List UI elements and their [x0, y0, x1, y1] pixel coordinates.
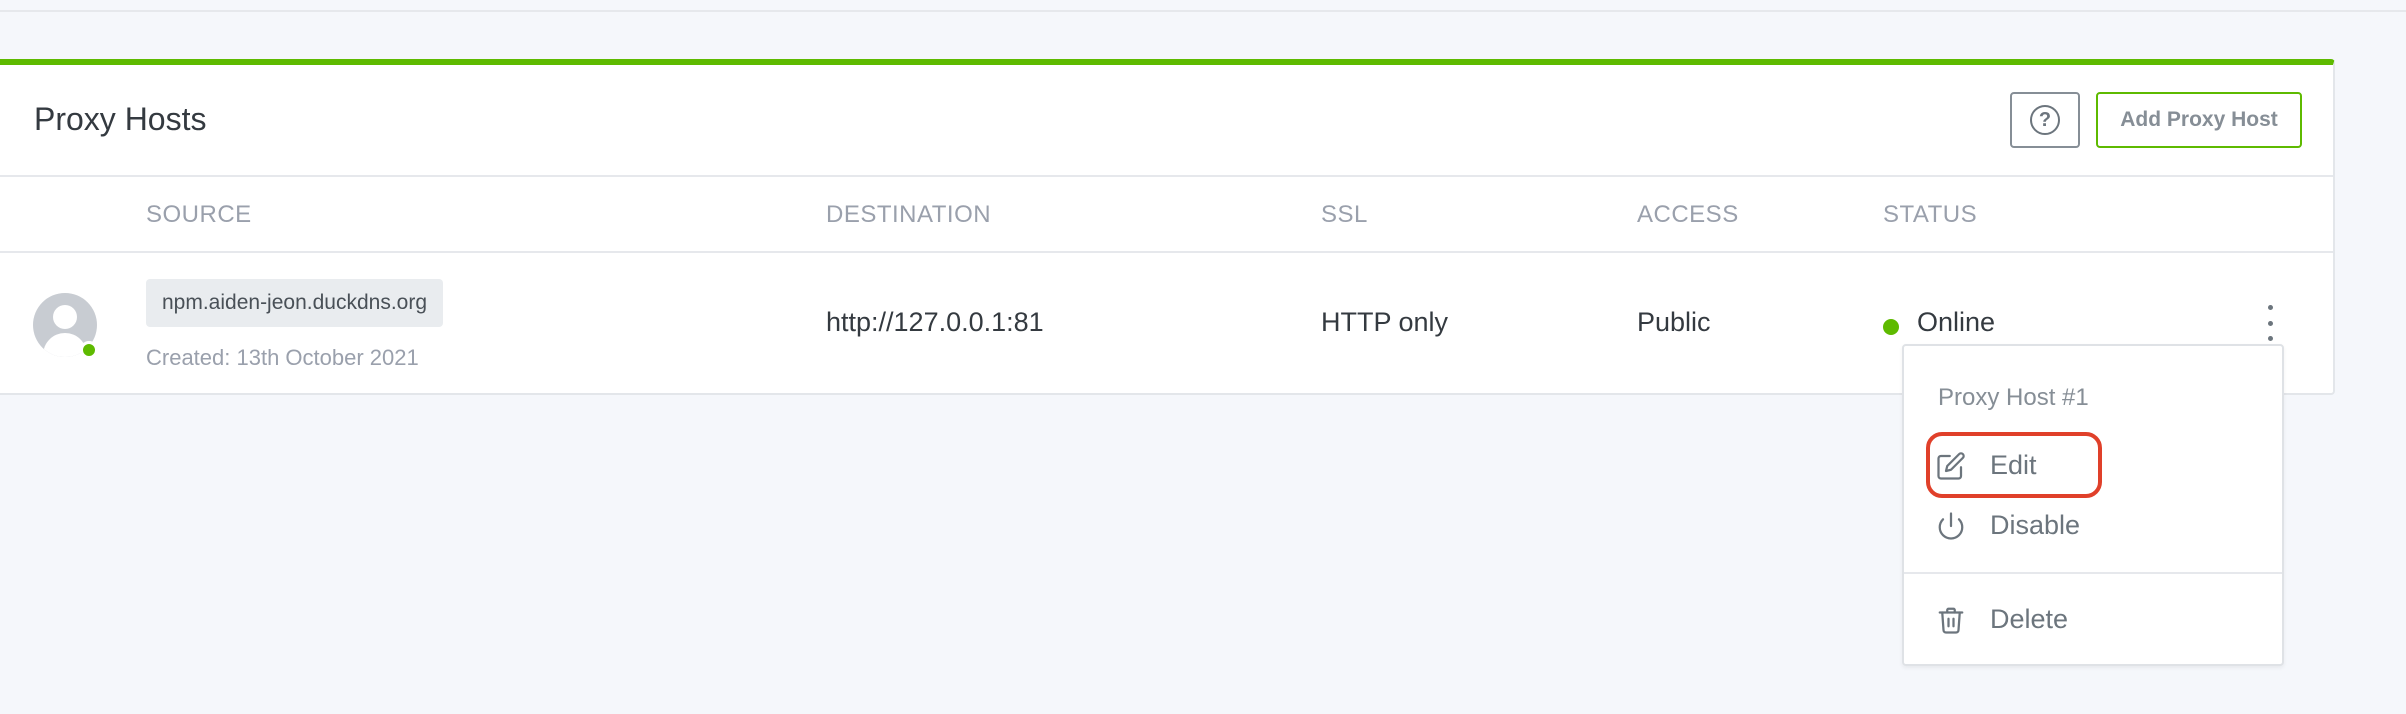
menu-item-disable-label: Disable: [1990, 510, 2081, 540]
column-header-destination[interactable]: DESTINATION: [826, 201, 991, 229]
ssl-cell: HTTP only: [1321, 307, 1449, 337]
status-dot: [1883, 319, 1899, 335]
created-date: Created: 13th October 2021: [146, 345, 419, 370]
help-button[interactable]: ?: [2010, 92, 2080, 148]
column-header-source[interactable]: SOURCE: [146, 201, 252, 229]
kebab-dot: [2267, 320, 2273, 326]
status-cell: Online: [1917, 307, 1996, 337]
add-proxy-host-button[interactable]: Add Proxy Host: [2096, 92, 2302, 148]
destination-cell: http://127.0.0.1:81: [826, 307, 1044, 337]
source-domain-tag[interactable]: npm.aiden-jeon.duckdns.org: [146, 279, 444, 327]
kebab-dot: [2267, 305, 2273, 310]
trash-icon: [1938, 607, 1964, 634]
table-header: SOURCE DESTINATION SSL ACCESS STATUS: [0, 177, 2333, 253]
row-actions-kebab-icon[interactable]: [2260, 305, 2280, 341]
page-title: Proxy Hosts: [34, 101, 207, 137]
avatar-online-indicator: [80, 341, 98, 359]
menu-divider: [1904, 572, 2282, 574]
power-icon: [1938, 512, 1964, 540]
access-cell: Public: [1637, 307, 1711, 337]
menu-item-disable[interactable]: Disable: [1904, 498, 2282, 554]
help-icon: ?: [2030, 105, 2060, 135]
column-header-access[interactable]: ACCESS: [1637, 201, 1739, 229]
menu-header: Proxy Host #1: [1938, 384, 2089, 411]
menu-item-delete[interactable]: Delete: [1904, 592, 2282, 648]
menu-item-delete-label: Delete: [1990, 604, 2069, 634]
edit-icon: [1937, 452, 1965, 480]
row-context-menu: Proxy Host #1 Edit Disable Delete: [1902, 344, 2284, 666]
card-header: Proxy Hosts ? Add Proxy Host: [0, 65, 2333, 177]
avatar-head: [53, 305, 77, 329]
column-header-status[interactable]: STATUS: [1883, 201, 1977, 229]
menu-item-edit-label: Edit: [1990, 450, 2037, 480]
kebab-dot: [2267, 336, 2273, 341]
menu-item-edit[interactable]: Edit: [1904, 438, 2282, 494]
top-navbar: [0, 0, 2406, 12]
column-header-ssl[interactable]: SSL: [1321, 201, 1368, 229]
